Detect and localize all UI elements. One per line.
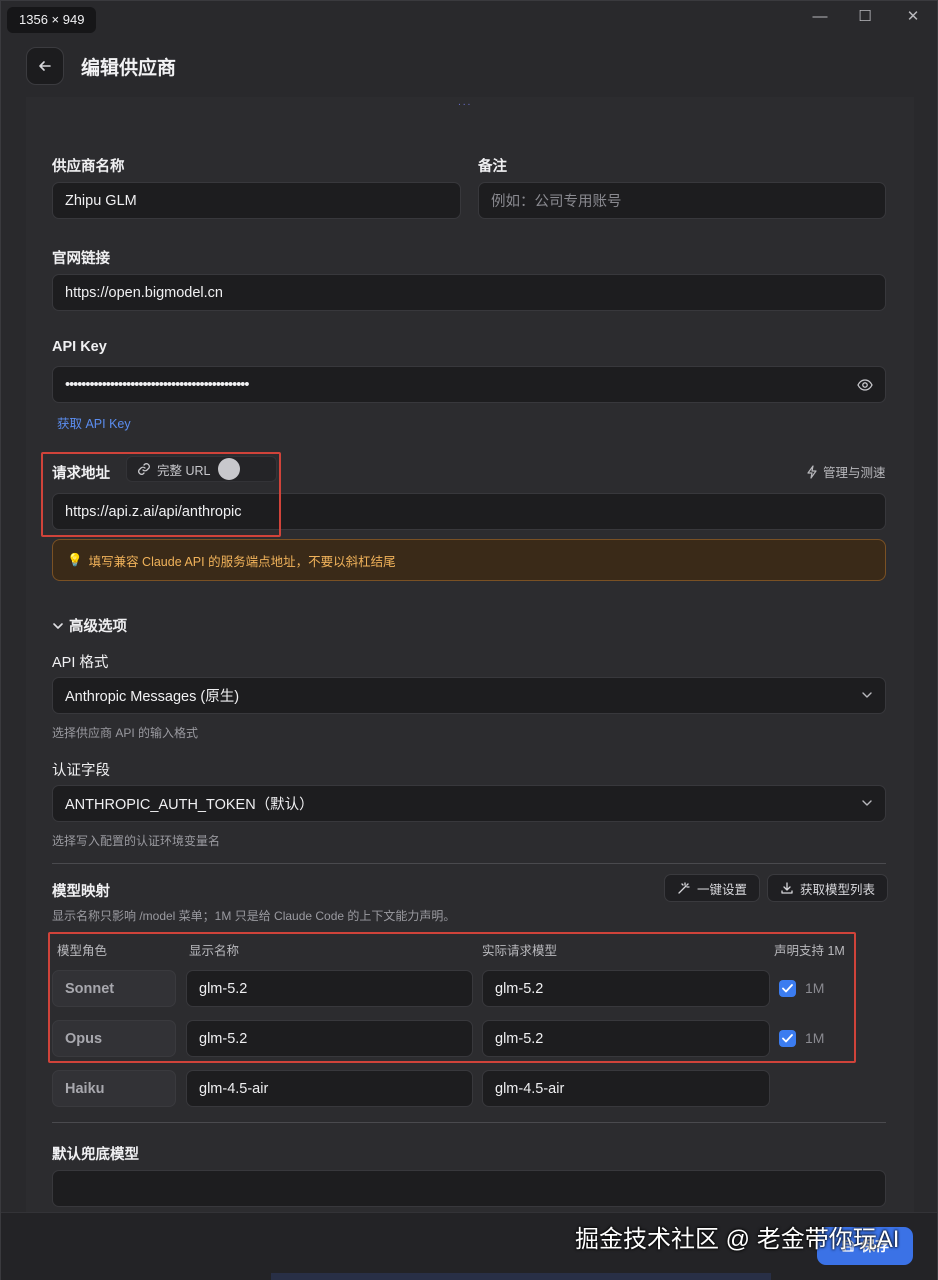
- auth-field-value: ANTHROPIC_AUTH_TOKEN（默认）: [65, 797, 314, 813]
- api-format-value: Anthropic Messages (原生): [65, 689, 240, 705]
- api-key-label: API Key: [52, 339, 107, 355]
- column-header-1m: 声明支持 1M: [774, 944, 845, 958]
- manage-speedtest-label: 管理与测速: [823, 466, 886, 480]
- dimensions-badge: 1356 × 949: [7, 7, 97, 33]
- arrow-left-icon: [39, 61, 51, 71]
- provider-name-input[interactable]: Zhipu GLM: [52, 182, 461, 219]
- provider-name-label: 供应商名称: [52, 159, 125, 175]
- table-row-role: Opus: [52, 1020, 176, 1057]
- watermark: 掘金技术社区 @ 老金带你玩AI: [575, 1226, 900, 1253]
- api-key-value: ••••••••••••••••••••••••••••••••••••••••…: [65, 376, 249, 393]
- auth-field-label: 认证字段: [52, 763, 110, 779]
- 1m-checkbox-label: 1M: [805, 980, 825, 996]
- request-url-label: 请求地址: [52, 466, 110, 482]
- default-fallback-input[interactable]: [52, 1170, 886, 1207]
- auth-field-select[interactable]: ANTHROPIC_AUTH_TOKEN（默认）: [52, 785, 886, 822]
- maximize-icon[interactable]: ☐: [852, 5, 878, 29]
- app-window: 1356 × 949 — ☐ ✕ 编辑供应商 ∙∙∙ 供应商名称 Zhipu G…: [0, 0, 938, 1280]
- notes-placeholder: 例如：公司专用账号: [491, 194, 622, 210]
- auth-field-hint: 选择写入配置的认证环境变量名: [52, 834, 221, 848]
- display-name-input[interactable]: glm-4.5-air: [186, 1070, 473, 1107]
- get-api-key-link[interactable]: 获取 API Key: [57, 413, 131, 432]
- table-row-role: Haiku: [52, 1070, 176, 1107]
- provider-name-value: Zhipu GLM: [65, 192, 137, 209]
- chevron-down-icon: [53, 622, 63, 629]
- back-button[interactable]: [26, 47, 64, 85]
- actual-model-value: glm-5.2: [495, 980, 544, 997]
- full-url-switch-knob[interactable]: [218, 458, 240, 480]
- api-key-input[interactable]: ••••••••••••••••••••••••••••••••••••••••…: [52, 366, 886, 403]
- actual-model-input[interactable]: glm-5.2: [482, 1020, 770, 1057]
- manage-speedtest-button[interactable]: 管理与测速: [806, 462, 886, 481]
- api-format-label: API 格式: [52, 655, 109, 671]
- table-row-role: Sonnet: [52, 970, 176, 1007]
- display-name-value: glm-5.2: [199, 980, 248, 997]
- display-name-input[interactable]: glm-5.2: [186, 1020, 473, 1057]
- display-name-input[interactable]: glm-5.2: [186, 970, 473, 1007]
- full-url-toggle[interactable]: 完整 URL: [126, 456, 278, 482]
- check-icon: [782, 1034, 793, 1043]
- close-icon[interactable]: ✕: [900, 5, 926, 29]
- fetch-models-label: 获取模型列表: [800, 882, 876, 897]
- notes-input[interactable]: 例如：公司专用账号: [478, 182, 886, 219]
- warning-text: 填写兼容 Claude API 的服务端点地址，不要以斜杠结尾: [88, 554, 396, 569]
- actual-model-value: glm-5.2: [495, 1030, 544, 1047]
- 1m-checkbox[interactable]: [779, 980, 796, 997]
- chevron-down-icon: [862, 692, 872, 698]
- bottom-strip: [271, 1273, 771, 1280]
- actual-model-input[interactable]: glm-4.5-air: [482, 1070, 770, 1107]
- full-url-label: 完整 URL: [157, 463, 211, 478]
- request-url-warning: 💡 填写兼容 Claude API 的服务端点地址，不要以斜杠结尾: [52, 539, 886, 581]
- section-divider: [52, 863, 886, 864]
- section-divider: [52, 1122, 886, 1123]
- eye-icon[interactable]: [857, 378, 873, 392]
- check-icon: [782, 984, 793, 993]
- minimize-icon[interactable]: —: [807, 5, 833, 29]
- one-click-setup-label: 一键设置: [697, 882, 748, 897]
- chevron-down-icon: [862, 800, 872, 806]
- column-header-display: 显示名称: [189, 944, 240, 958]
- model-mapping-hint: 显示名称只影响 /model 菜单；1M 只是给 Claude Code 的上下…: [52, 909, 456, 923]
- api-format-select[interactable]: Anthropic Messages (原生): [52, 677, 886, 714]
- display-name-value: glm-5.2: [199, 1030, 248, 1047]
- 1m-checkbox-label: 1M: [805, 1030, 825, 1046]
- actual-model-input[interactable]: glm-5.2: [482, 970, 770, 1007]
- page-header: 编辑供应商: [1, 37, 937, 97]
- fetch-models-button[interactable]: 获取模型列表: [767, 874, 889, 902]
- page-title: 编辑供应商: [81, 58, 177, 79]
- title-bar: 1356 × 949 — ☐ ✕: [1, 1, 937, 37]
- api-format-hint: 选择供应商 API 的输入格式: [52, 726, 199, 740]
- download-icon: [781, 882, 793, 894]
- advanced-label: 高级选项: [69, 619, 127, 635]
- website-label: 官网链接: [52, 251, 110, 267]
- display-name-value: glm-4.5-air: [199, 1080, 269, 1097]
- notes-label: 备注: [478, 159, 507, 175]
- 1m-checkbox[interactable]: [779, 1030, 796, 1047]
- magic-wand-icon: [678, 882, 690, 894]
- lightbulb-icon: 💡: [67, 552, 83, 567]
- one-click-setup-button[interactable]: 一键设置: [664, 874, 761, 902]
- actual-model-value: glm-4.5-air: [495, 1080, 565, 1097]
- column-header-role: 模型角色: [57, 944, 108, 958]
- website-value: https://open.bigmodel.cn: [65, 284, 223, 301]
- advanced-toggle[interactable]: 高级选项: [52, 615, 127, 636]
- request-url-value: https://api.z.ai/api/anthropic: [65, 503, 242, 520]
- lightning-icon: [807, 464, 817, 479]
- loading-dots-icon: ∙∙∙: [458, 99, 473, 110]
- request-url-input[interactable]: https://api.z.ai/api/anthropic: [52, 493, 886, 530]
- model-mapping-label: 模型映射: [52, 884, 110, 900]
- link-icon: [138, 463, 150, 475]
- default-fallback-label: 默认兜底模型: [52, 1147, 139, 1163]
- edit-provider-form: ∙∙∙ 供应商名称 Zhipu GLM 备注 例如：公司专用账号 官网链接 ht…: [26, 97, 914, 1212]
- column-header-actual: 实际请求模型: [482, 944, 558, 958]
- website-input[interactable]: https://open.bigmodel.cn: [52, 274, 886, 311]
